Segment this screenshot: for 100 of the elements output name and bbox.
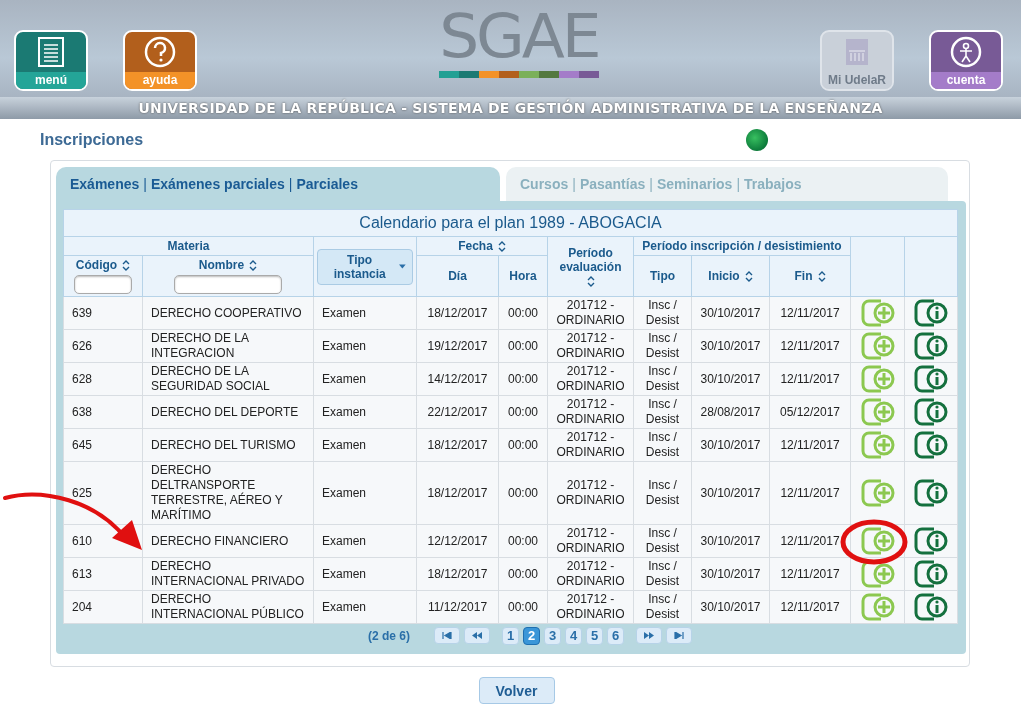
- building-icon: [844, 37, 870, 67]
- column-header: Tipo: [633, 255, 692, 297]
- info-icon[interactable]: [914, 560, 949, 588]
- first-page-icon: [442, 632, 452, 639]
- column-header[interactable]: Fin: [794, 269, 826, 283]
- person-icon: [950, 36, 982, 68]
- table-cell: Examen: [313, 395, 417, 429]
- table-cell: 12/11/2017: [769, 461, 851, 525]
- table-cell: 00:00: [498, 362, 548, 396]
- page-button[interactable]: 1: [502, 626, 519, 645]
- info-icon[interactable]: [914, 431, 949, 459]
- table-cell: 12/11/2017: [769, 524, 851, 558]
- table-cell: DERECHO DE LA INTEGRACION: [142, 329, 314, 363]
- table-cell: 30/10/2017: [691, 428, 770, 462]
- table-cell: Insc / Desist: [633, 428, 692, 462]
- table-cell: Insc / Desist: [633, 524, 692, 558]
- page-button[interactable]: 5: [586, 626, 603, 645]
- table-cell: DERECHO DEL TURISMO: [142, 428, 314, 462]
- caret-icon: [399, 264, 406, 269]
- table-cell: 00:00: [498, 557, 548, 591]
- header-button[interactable]: ayuda: [123, 30, 197, 91]
- previous-page-icon: [471, 632, 483, 639]
- table-cell: 00:00: [498, 428, 548, 462]
- table-cell: 12/12/2017: [416, 524, 499, 558]
- filter-field[interactable]: [174, 275, 282, 294]
- document-icon: [38, 37, 64, 67]
- table-cell: 30/10/2017: [691, 461, 770, 525]
- tab-link[interactable]: Exámenes: [70, 176, 140, 192]
- table-cell: DERECHO INTERNACIONAL PRIVADO: [142, 557, 314, 591]
- table-cell: 18/12/2017: [416, 428, 499, 462]
- first-page-button[interactable]: [434, 627, 460, 644]
- table-cell: 12/11/2017: [769, 329, 851, 363]
- table-cell: 12/11/2017: [769, 590, 851, 624]
- table-cell: 201712 - ORDINARIO: [547, 428, 634, 462]
- last-page-button[interactable]: [666, 627, 692, 644]
- separator: |: [649, 176, 653, 192]
- filter-field[interactable]: [74, 275, 132, 294]
- page-button[interactable]: 6: [607, 626, 624, 645]
- page-button[interactable]: 4: [565, 626, 582, 645]
- table-cell: Insc / Desist: [633, 395, 692, 429]
- previous-page-button[interactable]: [464, 627, 490, 644]
- table-cell: 00:00: [498, 329, 548, 363]
- info-icon[interactable]: [914, 398, 949, 426]
- table-cell: 18/12/2017: [416, 461, 499, 525]
- table-cell: 204: [63, 590, 143, 624]
- table-cell: 628: [63, 362, 143, 396]
- tab-link[interactable]: Exámenes parciales: [150, 176, 285, 192]
- page-summary: (2 de 6): [368, 628, 410, 643]
- column-header[interactable]: Inicio: [708, 269, 753, 283]
- table-cell: 00:00: [498, 461, 548, 525]
- table-cell: Insc / Desist: [633, 329, 692, 363]
- table-cell: Examen: [313, 296, 417, 330]
- table-cell: 18/12/2017: [416, 557, 499, 591]
- table-cell: 22/12/2017: [416, 395, 499, 429]
- table-cell: Examen: [313, 524, 417, 558]
- next-page-icon: [643, 632, 655, 639]
- header-button[interactable]: menú: [14, 30, 88, 91]
- table-cell: DERECHO FINANCIERO: [142, 524, 314, 558]
- table-cell: 201712 - ORDINARIO: [547, 461, 634, 525]
- separator: |: [288, 176, 293, 192]
- info-icon[interactable]: [914, 365, 949, 393]
- table-cell: 28/08/2017: [691, 395, 770, 429]
- table-cell: 05/12/2017: [769, 395, 851, 429]
- page-title: Inscripciones: [40, 130, 145, 149]
- table-cell: 00:00: [498, 524, 548, 558]
- info-icon[interactable]: [914, 299, 949, 327]
- table-cell: 645: [63, 428, 143, 462]
- info-icon[interactable]: [914, 479, 949, 507]
- table-cell: 30/10/2017: [691, 362, 770, 396]
- column-header: Día: [416, 255, 499, 297]
- separator: |: [572, 176, 576, 192]
- table-cell: 30/10/2017: [691, 557, 770, 591]
- separator: |: [143, 176, 147, 192]
- separator: |: [736, 176, 740, 192]
- table-cell: 201712 - ORDINARIO: [547, 329, 634, 363]
- table-cell: 30/10/2017: [691, 590, 770, 624]
- table-cell: 19/12/2017: [416, 329, 499, 363]
- back-button[interactable]: Volver: [478, 677, 555, 704]
- table-cell: 12/11/2017: [769, 557, 851, 591]
- page-button[interactable]: 3: [544, 626, 561, 645]
- table-cell: 201712 - ORDINARIO: [547, 590, 634, 624]
- type-dropdown[interactable]: Tipo instancia: [317, 248, 413, 285]
- banner: UNIVERSIDAD DE LA REPÚBLICA - SISTEMA DE GESTIÓN ADMINISTRATIVA DE LA ENSEÑANZA: [0, 97, 1021, 119]
- last-page-icon: [674, 632, 684, 639]
- tab-link[interactable]: Parciales: [296, 176, 358, 192]
- table-cell: 201712 - ORDINARIO: [547, 524, 634, 558]
- table-cell: Insc / Desist: [633, 461, 692, 525]
- info-icon[interactable]: [914, 527, 949, 555]
- table-cell: 11/12/2017: [416, 590, 499, 624]
- next-page-button[interactable]: [636, 627, 662, 644]
- table-cell: Examen: [313, 590, 417, 624]
- table-cell: DERECHO DEL DEPORTE: [142, 395, 314, 429]
- header-button[interactable]: cuenta: [929, 30, 1003, 91]
- info-icon[interactable]: [914, 332, 949, 360]
- tab[interactable]: Exámenes | Exámenes parciales | Parciales: [56, 167, 500, 201]
- add-icon[interactable]: [860, 560, 895, 588]
- info-icon[interactable]: [914, 593, 949, 621]
- table-cell: 30/10/2017: [691, 524, 770, 558]
- column-header[interactable]: Nombre: [198, 258, 258, 272]
- page-button[interactable]: 2: [523, 626, 540, 645]
